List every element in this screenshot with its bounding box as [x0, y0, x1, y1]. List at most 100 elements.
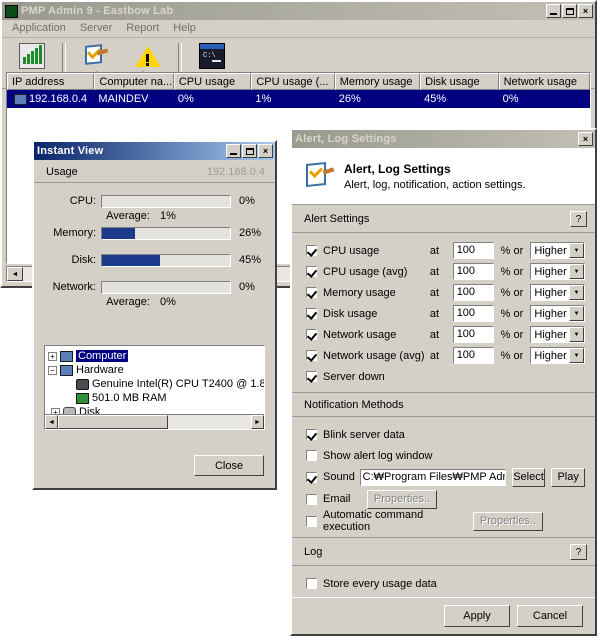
chart-icon: [19, 43, 45, 69]
sound-select-button[interactable]: Select: [511, 467, 546, 487]
chevron-down-icon[interactable]: ▼: [568, 348, 584, 363]
tree-node-hardware[interactable]: − Hardware: [48, 363, 264, 377]
tree-node-computer[interactable]: + Computer: [48, 349, 264, 363]
sound-path-input[interactable]: C:₩Program Files₩PMP Admin₩ale: [359, 468, 506, 486]
notification-row-sound: Sound C:₩Program Files₩PMP Admin₩ale Sel…: [306, 466, 586, 488]
threshold-input-cpu-usage[interactable]: 100: [452, 242, 494, 259]
tree-scroll-thumb[interactable]: [58, 415, 168, 429]
column-header-ip[interactable]: IP address: [7, 73, 95, 90]
collapse-icon[interactable]: −: [48, 365, 57, 375]
condition-select-cpu-usage[interactable]: Higher ▼: [530, 242, 585, 259]
main-window-titlebar[interactable]: PMP Admin 9 - Eastbow Lab ×: [2, 2, 595, 20]
label-automatic-command-execution: Automatic command execution: [323, 509, 424, 533]
alert-settings-help-button[interactable]: ?: [570, 211, 587, 227]
auto-command-properties-button[interactable]: Properties..: [473, 511, 543, 531]
log-label: Log: [304, 546, 323, 558]
cancel-button[interactable]: Cancel: [517, 605, 583, 627]
chevron-down-icon[interactable]: ▼: [568, 285, 584, 300]
at-label-cpu-usage: at: [429, 244, 440, 257]
percent-label-cpu-usage: % or: [500, 244, 524, 257]
alert-row-memory-usage: Memory usage at 100 % or Higher ▼: [306, 282, 585, 303]
tree-node-cpu[interactable]: Genuine Intel(R) CPU T2400 @ 1.83GHz;Ger: [48, 377, 264, 391]
condition-value-network-usage-avg: Higher: [534, 349, 567, 362]
apply-button[interactable]: Apply: [444, 605, 510, 627]
notification-body: Blink server data Show alert log window …: [292, 417, 595, 537]
menu-report[interactable]: Report: [119, 21, 166, 36]
meter-label-memory: Memory:: [53, 227, 96, 239]
hardware-tree[interactable]: + Computer − Hardware Genuine Intel(R) C…: [44, 345, 265, 430]
threshold-input-disk-usage[interactable]: 100: [452, 305, 494, 322]
instant-view-titlebar[interactable]: Instant View ×: [34, 142, 275, 160]
scroll-left-arrow-icon[interactable]: ◄: [7, 267, 23, 281]
average-value-network: 0%: [159, 296, 176, 308]
menu-application[interactable]: Application: [5, 21, 73, 36]
log-help-button[interactable]: ?: [570, 544, 587, 560]
checkbox-network-usage-avg[interactable]: [306, 350, 317, 361]
alert-dialog-title: Alert, Log Settings: [295, 133, 397, 145]
threshold-input-network-usage[interactable]: 100: [452, 326, 494, 343]
checkbox-network-usage[interactable]: [306, 329, 317, 340]
alert-settings-label: Alert Settings: [304, 213, 370, 225]
chevron-down-icon[interactable]: ▼: [568, 264, 584, 279]
checkbox-memory-usage[interactable]: [306, 287, 317, 298]
tree-scroll-right-icon[interactable]: ►: [251, 415, 264, 429]
checkbox-automatic-command-execution[interactable]: [306, 515, 317, 527]
chevron-down-icon[interactable]: ▼: [568, 243, 584, 258]
label-store-every-usage-data: Store every usage data: [323, 577, 437, 590]
checkbox-server-down[interactable]: [306, 371, 317, 382]
at-label-network-usage-avg: at: [429, 349, 440, 362]
alert-row-disk-usage: Disk usage at 100 % or Higher ▼: [306, 303, 585, 324]
column-header-computer[interactable]: Computer na...: [94, 73, 174, 90]
checkbox-email[interactable]: [306, 493, 317, 505]
threshold-input-network-usage-avg[interactable]: 100: [452, 347, 494, 364]
condition-select-network-usage-avg[interactable]: Higher ▼: [530, 347, 585, 364]
checkbox-blink-server-data[interactable]: [306, 429, 317, 440]
condition-select-memory-usage[interactable]: Higher ▼: [530, 284, 585, 301]
column-header-cpu-avg[interactable]: CPU usage (...: [251, 73, 335, 90]
iv-close-button[interactable]: ×: [258, 144, 273, 158]
meter-value-disk: 45%: [239, 254, 262, 266]
iv-maximize-button[interactable]: [242, 144, 257, 158]
cell-disk: 45%: [424, 93, 447, 105]
menu-server[interactable]: Server: [73, 21, 119, 36]
tree-scroll-left-icon[interactable]: ◄: [45, 415, 58, 429]
tree-scroll-track[interactable]: [168, 415, 251, 429]
column-header-network[interactable]: Network usage: [498, 73, 590, 90]
warning-triangle-icon: [135, 43, 161, 69]
expand-icon[interactable]: +: [48, 351, 57, 361]
alert-log-settings-dialog: Alert, Log Settings × Alert, Log Setting…: [290, 128, 597, 636]
instant-view-close-button[interactable]: Close: [194, 455, 264, 476]
sound-play-button[interactable]: Play: [551, 467, 586, 487]
tree-horizontal-scrollbar[interactable]: ◄ ►: [45, 414, 264, 429]
condition-select-disk-usage[interactable]: Higher ▼: [530, 305, 585, 322]
maximize-button[interactable]: [562, 4, 577, 18]
table-row[interactable]: 192.168.0.4 MAINDEV 0% 1% 26% 45% 0%: [7, 90, 590, 108]
column-header-disk[interactable]: Disk usage: [420, 73, 499, 90]
iv-minimize-button[interactable]: [226, 144, 241, 158]
checkbox-cpu-usage-avg[interactable]: [306, 266, 317, 277]
checkbox-sound[interactable]: [306, 471, 317, 483]
condition-select-cpu-usage-avg[interactable]: Higher ▼: [530, 263, 585, 280]
chevron-down-icon[interactable]: ▼: [568, 306, 584, 321]
close-button[interactable]: ×: [578, 4, 593, 18]
email-properties-button[interactable]: Properties..: [367, 489, 437, 509]
threshold-input-cpu-usage-avg[interactable]: 100: [452, 263, 494, 280]
checkbox-cpu-usage[interactable]: [306, 245, 317, 256]
app-chart-icon: [5, 4, 18, 18]
meter-bar-network: [101, 280, 231, 294]
menu-help[interactable]: Help: [166, 21, 203, 36]
alert-dialog-close-button[interactable]: ×: [578, 132, 593, 146]
checkbox-show-alert-log-window[interactable]: [306, 450, 317, 461]
column-header-memory[interactable]: Memory usage: [334, 73, 421, 90]
condition-select-network-usage[interactable]: Higher ▼: [530, 326, 585, 343]
tree-node-ram[interactable]: 501.0 MB RAM: [48, 391, 264, 405]
alert-dialog-titlebar[interactable]: Alert, Log Settings ×: [292, 130, 595, 148]
chevron-down-icon[interactable]: ▼: [568, 327, 584, 342]
minimize-button[interactable]: [546, 4, 561, 18]
threshold-input-memory-usage[interactable]: 100: [452, 284, 494, 301]
checkbox-disk-usage[interactable]: [306, 308, 317, 319]
checkbox-store-every-usage-data[interactable]: [306, 578, 317, 589]
meter-network: Network: 0%: [40, 279, 265, 295]
column-header-cpu[interactable]: CPU usage: [173, 73, 252, 90]
